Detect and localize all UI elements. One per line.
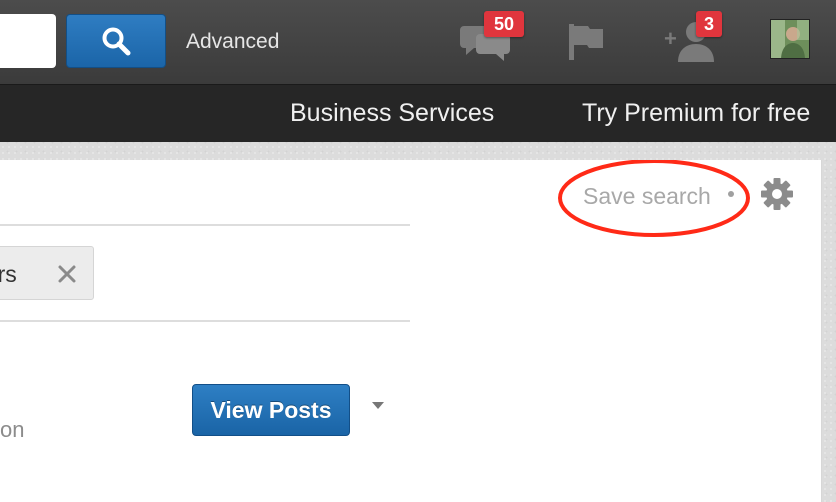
divider: [0, 320, 410, 322]
view-posts-button[interactable]: View Posts: [192, 384, 350, 436]
profile-photo: [771, 20, 809, 58]
flag-icon: [569, 24, 603, 60]
close-icon[interactable]: [56, 263, 78, 285]
divider: [0, 224, 410, 226]
svg-text:+: +: [664, 26, 677, 51]
secondary-nav: Business Services Try Premium for free: [0, 84, 836, 142]
filter-pill-label: bers: [0, 261, 17, 287]
save-search-link[interactable]: Save search: [583, 183, 711, 210]
search-button[interactable]: [66, 14, 166, 68]
top-bar: Advanced 50 + 3: [0, 0, 836, 84]
business-services-link[interactable]: Business Services: [290, 99, 494, 128]
connections-count-badge: 3: [696, 11, 722, 37]
search-icon: [102, 27, 131, 56]
messages-count-badge: 50: [484, 11, 524, 37]
caret-down-icon[interactable]: [368, 396, 388, 416]
gear-icon[interactable]: [760, 177, 794, 211]
advanced-search-link[interactable]: Advanced: [186, 30, 279, 54]
filter-pill: bers: [0, 246, 94, 300]
search-results-panel: bers Save search View Posts on: [0, 160, 822, 502]
separator-dot: [728, 191, 734, 197]
avatar[interactable]: [770, 19, 810, 59]
try-premium-link[interactable]: Try Premium for free: [582, 99, 810, 128]
notifications-button[interactable]: [566, 22, 606, 62]
result-snippet-text: on: [0, 417, 25, 442]
search-input[interactable]: [0, 14, 56, 68]
